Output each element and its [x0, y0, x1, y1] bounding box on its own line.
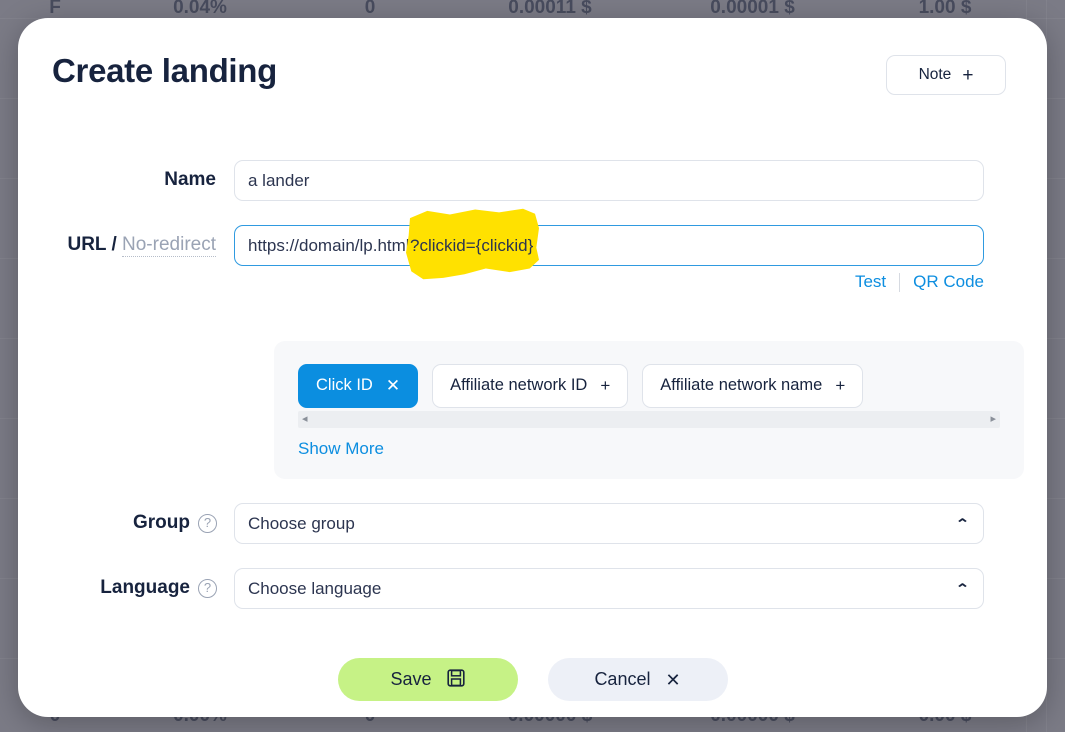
chevron-up-icon: ⌃	[955, 581, 970, 596]
plus-icon: +	[600, 376, 611, 395]
url-action-links: Test QR Code	[855, 272, 984, 292]
close-icon: ✕	[385, 376, 401, 395]
token-chip-affiliate-network-name[interactable]: Affiliate network name +	[642, 363, 864, 408]
background-cell: 0.04%	[173, 0, 227, 18]
scroll-left-arrow-icon[interactable]: ◂	[302, 414, 308, 425]
background-cell: 0.00011 $	[508, 0, 592, 18]
cancel-button[interactable]: Cancel ✕	[547, 658, 728, 701]
save-button[interactable]: Save	[337, 658, 518, 701]
close-icon: ✕	[665, 669, 681, 690]
token-chip-list: Click ID ✕ Affiliate network ID + Affili…	[298, 363, 1000, 408]
background-cell: 1.00 $	[918, 0, 972, 18]
name-input[interactable]	[234, 160, 984, 201]
url-input-wrap: ?clickid={clickid} Test QR Code	[234, 208, 984, 292]
show-more-link[interactable]: Show More	[298, 439, 384, 459]
token-chip-label: Affiliate network ID	[450, 376, 588, 394]
note-button[interactable]: Note +	[886, 55, 1006, 95]
group-select[interactable]: Choose group ⌃	[234, 503, 984, 544]
create-landing-modal: Create landing Note + Name URL / No-redi…	[18, 18, 1047, 717]
token-chip-click-id[interactable]: Click ID ✕	[298, 363, 419, 408]
background-table-row: F 0.04% 0 0.00011 $ 0.00001 $ 1.00 $	[0, 0, 1065, 19]
token-chip-label: Affiliate network name	[660, 376, 823, 394]
cancel-button-label: Cancel	[594, 669, 651, 689]
language-label: Language ?	[18, 568, 234, 608]
tokens-panel: Click ID ✕ Affiliate network ID + Affili…	[274, 341, 1024, 479]
language-field-row: Language ? Choose language ⌃	[18, 568, 1047, 609]
plus-icon: +	[962, 64, 974, 86]
language-label-text: Language	[100, 577, 190, 598]
modal-footer: Save Cancel ✕	[18, 658, 1047, 701]
url-input[interactable]	[234, 225, 984, 266]
horizontal-scrollbar[interactable]: ◂ ▸	[298, 411, 1000, 428]
name-label: Name	[164, 169, 216, 190]
url-label-main: URL /	[67, 234, 117, 255]
language-select-value: Choose language	[248, 578, 382, 598]
save-floppy-icon	[446, 669, 465, 690]
scroll-right-arrow-icon[interactable]: ▸	[990, 414, 996, 425]
save-button-label: Save	[390, 669, 432, 689]
group-label-text: Group	[133, 512, 190, 533]
background-cell: 0	[364, 0, 376, 18]
group-field-row: Group ? Choose group ⌃	[18, 503, 1047, 544]
background-cell: 0.00001 $	[710, 0, 795, 18]
help-icon[interactable]: ?	[198, 578, 217, 598]
test-link[interactable]: Test	[855, 272, 886, 292]
note-button-label: Note	[918, 66, 952, 83]
plus-icon: +	[835, 376, 846, 395]
modal-header: Create landing Note +	[18, 18, 1047, 138]
background-cell: F	[49, 0, 61, 18]
page-title: Create landing	[52, 52, 278, 89]
name-field-row: Name	[18, 160, 1047, 201]
token-chip-label: Click ID	[316, 376, 373, 394]
url-field-row: URL / No-redirect ?clickid={clickid} Tes…	[18, 208, 1047, 292]
group-select-value: Choose group	[248, 513, 355, 533]
chevron-up-icon: ⌃	[955, 516, 970, 531]
no-redirect-toggle[interactable]: No-redirect	[122, 234, 216, 257]
group-label: Group ?	[18, 503, 234, 543]
language-select[interactable]: Choose language ⌃	[234, 568, 984, 609]
help-icon[interactable]: ?	[198, 513, 217, 533]
link-divider	[899, 272, 901, 292]
qr-code-link[interactable]: QR Code	[913, 272, 984, 292]
url-label: URL / No-redirect	[18, 225, 234, 265]
token-chip-affiliate-network-id[interactable]: Affiliate network ID +	[432, 363, 629, 408]
